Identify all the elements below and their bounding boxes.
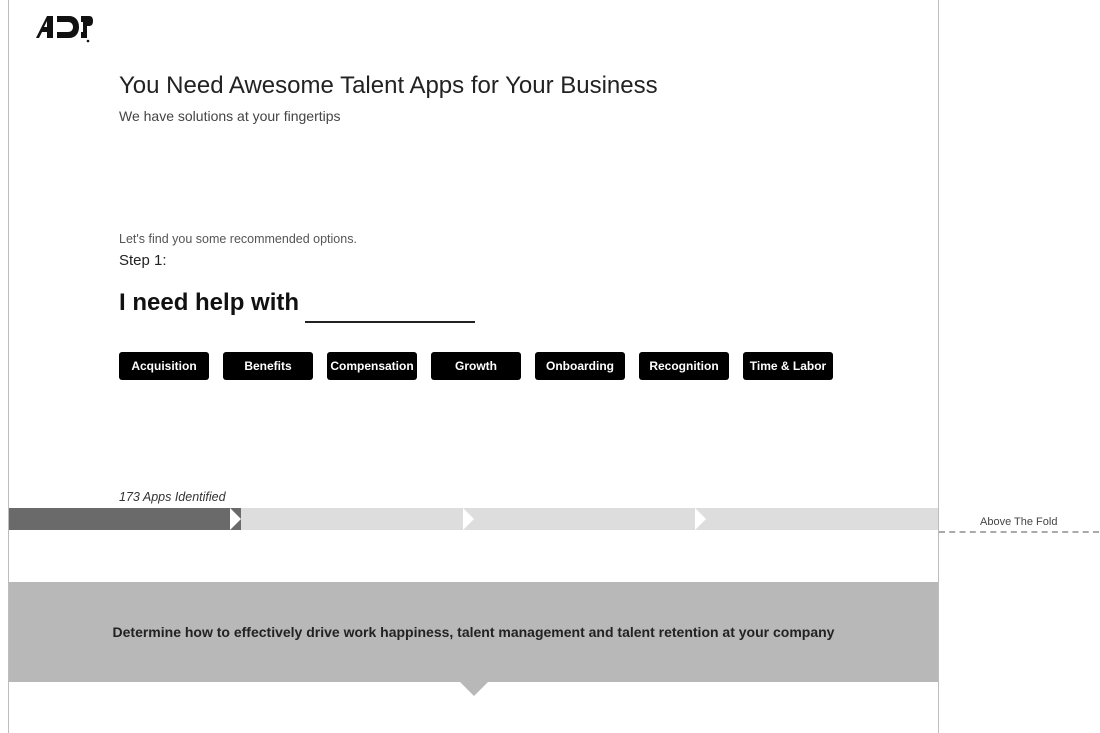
stepper-segment-1 — [9, 508, 241, 530]
fill-in-blank[interactable] — [305, 303, 475, 323]
chip-growth[interactable]: Growth — [431, 352, 521, 380]
adp-logo — [33, 12, 93, 49]
value-prop-text: Determine how to effectively drive work … — [113, 624, 835, 640]
category-chip-row: Acquisition Benefits Compensation Growth… — [119, 352, 833, 380]
page-subhead: We have solutions at your fingertips — [119, 108, 839, 124]
wizard-step: Let's find you some recommended options.… — [119, 232, 839, 317]
results-count: 173 Apps Identified — [119, 490, 226, 504]
chip-recognition[interactable]: Recognition — [639, 352, 729, 380]
chip-benefits[interactable]: Benefits — [223, 352, 313, 380]
page-headline: You Need Awesome Talent Apps for Your Bu… — [119, 72, 839, 100]
progress-stepper — [9, 508, 938, 530]
wizard-prompt-text: I need help with — [119, 289, 299, 317]
chip-acquisition[interactable]: Acquisition — [119, 352, 209, 380]
chip-compensation[interactable]: Compensation — [327, 352, 417, 380]
value-prop-banner: Determine how to effectively drive work … — [9, 582, 938, 682]
hero-copy: You Need Awesome Talent Apps for Your Bu… — [119, 72, 839, 124]
wizard-step-label: Step 1: — [119, 252, 839, 269]
page-frame: You Need Awesome Talent Apps for Your Bu… — [8, 0, 939, 733]
chip-onboarding[interactable]: Onboarding — [535, 352, 625, 380]
wizard-lead: Let's find you some recommended options. — [119, 232, 839, 246]
fold-annotation-label: Above The Fold — [980, 516, 1057, 528]
banner-pointer-icon — [460, 682, 488, 696]
stepper-segment-2 — [241, 508, 473, 530]
stepper-segment-4 — [706, 508, 938, 530]
stepper-segment-3 — [474, 508, 706, 530]
wizard-prompt: I need help with — [119, 289, 839, 317]
fold-annotation-line — [939, 531, 1099, 533]
chip-time-labor[interactable]: Time & Labor — [743, 352, 833, 380]
